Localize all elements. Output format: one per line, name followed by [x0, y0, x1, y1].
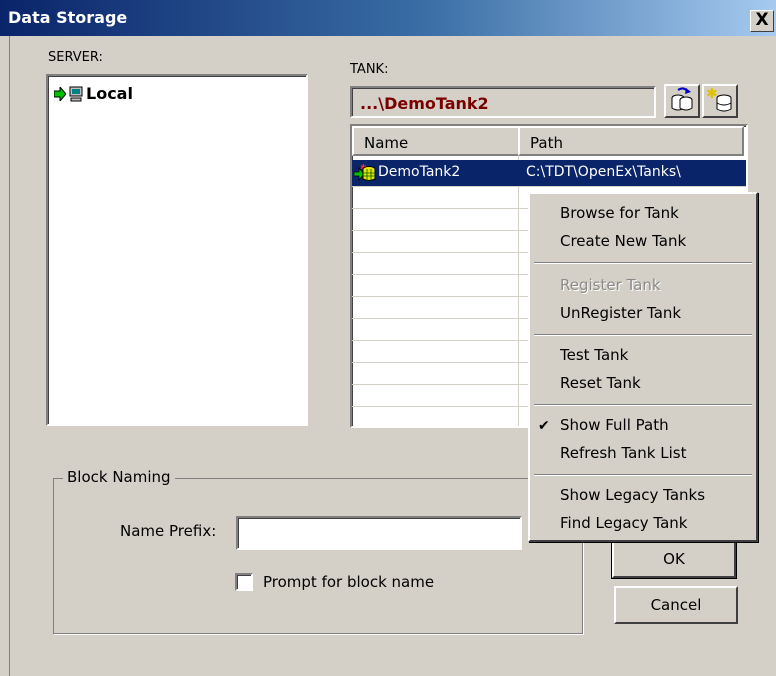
table-row[interactable]: ✱ DemoTank2 C:\TDT\OpenEx\Tanks\	[352, 160, 746, 186]
prompt-checkbox[interactable]	[235, 573, 253, 591]
current-tank-text: ...\DemoTank2	[360, 94, 489, 113]
cancel-button[interactable]: Cancel	[614, 586, 738, 624]
tank-label: TANK:	[350, 62, 389, 77]
tank-path-cell: C:\TDT\OpenEx\Tanks\	[526, 164, 681, 180]
window-frame	[9, 36, 10, 676]
browse-tank-button[interactable]	[664, 84, 700, 118]
server-label: SERVER:	[48, 50, 103, 65]
arrow-right-icon	[54, 86, 66, 101]
menu-item-refresh-tank-list[interactable]: Refresh Tank List	[560, 444, 686, 462]
new-tank-icon: ✱	[706, 86, 732, 112]
name-prefix-label: Name Prefix:	[120, 522, 217, 540]
context-menu: Browse for Tank Create New Tank Register…	[528, 192, 758, 542]
block-naming-group	[53, 478, 583, 634]
menu-separator	[534, 262, 752, 264]
menu-item-show-legacy-tanks[interactable]: Show Legacy Tanks	[560, 486, 705, 504]
server-list[interactable]: Local	[46, 74, 308, 426]
grid-line	[352, 186, 746, 187]
computer-icon	[69, 86, 83, 101]
server-item-label: Local	[86, 84, 133, 103]
checkmark-icon: ✔	[538, 418, 550, 434]
ok-button[interactable]: OK	[611, 539, 737, 579]
tank-name-cell: DemoTank2	[378, 164, 461, 180]
menu-item-unregister-tank[interactable]: UnRegister Tank	[560, 304, 681, 322]
menu-separator	[534, 474, 752, 476]
close-button[interactable]: X	[750, 10, 774, 32]
menu-separator	[534, 404, 752, 406]
menu-item-show-full-path[interactable]: Show Full Path	[560, 416, 669, 434]
column-divider	[518, 156, 519, 426]
menu-item-test-tank[interactable]: Test Tank	[560, 346, 628, 364]
menu-item-find-legacy-tank[interactable]: Find Legacy Tank	[560, 514, 688, 532]
menu-item-reset-tank[interactable]: Reset Tank	[560, 374, 641, 392]
tank-icon: ✱	[354, 163, 376, 182]
name-prefix-input[interactable]	[236, 516, 522, 550]
new-tank-button[interactable]: ✱	[702, 84, 738, 118]
window-title: Data Storage	[8, 8, 128, 27]
column-header-name[interactable]: Name	[352, 126, 520, 156]
browse-tank-icon	[671, 87, 693, 111]
current-tank-field: ...\DemoTank2	[350, 86, 656, 118]
prompt-checkbox-label[interactable]: Prompt for block name	[263, 573, 434, 591]
server-item-local[interactable]: Local	[54, 84, 133, 103]
menu-separator	[534, 334, 752, 336]
column-header-path[interactable]: Path	[518, 126, 744, 156]
menu-item-browse-for-tank[interactable]: Browse for Tank	[560, 204, 679, 222]
menu-item-create-new-tank[interactable]: Create New Tank	[560, 232, 686, 250]
svg-text:✱: ✱	[706, 86, 718, 102]
block-naming-title: Block Naming	[63, 468, 175, 486]
menu-item-register-tank: Register Tank	[560, 276, 661, 294]
